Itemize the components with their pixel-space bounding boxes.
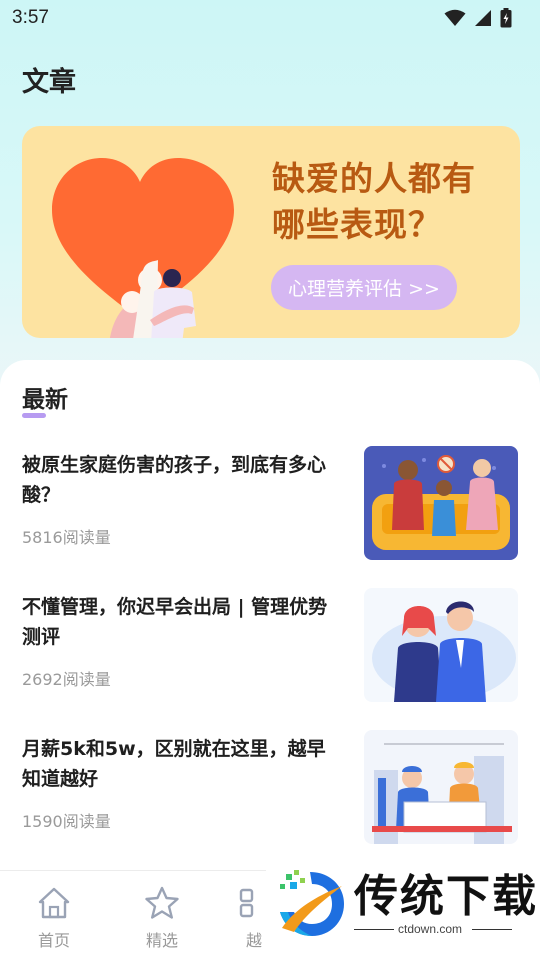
battery-icon — [500, 8, 512, 28]
tab-label: 越 — [245, 931, 262, 950]
article-read-count: 5816阅读量 — [22, 528, 111, 547]
status-time: 3:57 — [12, 7, 49, 28]
article-item[interactable]: 月薪5k和5w，区别就在这里，越早知道越好 1590阅读量 — [22, 730, 518, 846]
status-bar: 3:57 — [0, 0, 540, 36]
promo-banner[interactable]: 缺爱的人都有 哪些表现？ 心理营养评估 >> — [22, 126, 520, 338]
article-title: 月薪5k和5w，区别就在这里，越早知道越好 — [22, 738, 326, 790]
assessment-button[interactable]: 心理营养评估 >> — [271, 265, 457, 310]
workers-illustration — [364, 730, 518, 844]
watermark-divider — [354, 929, 394, 930]
business-couple-illustration — [364, 588, 518, 702]
article-item[interactable]: 不懂管理，你迟早会出局 | 管理优势测评 2692阅读量 — [22, 588, 518, 704]
home-icon — [38, 887, 70, 919]
banner-headline-line2: 哪些表现？ — [272, 205, 442, 244]
article-read-count: 2692阅读量 — [22, 670, 111, 689]
site-watermark: 传统下载 ctdown.com — [266, 858, 540, 958]
banner-headline-line1: 缺爱的人都有 — [272, 159, 476, 198]
wifi-icon — [444, 9, 466, 26]
status-icons — [444, 8, 512, 28]
star-icon — [145, 886, 179, 919]
tab-label: 首页 — [37, 931, 70, 950]
tab-label: 精选 — [145, 931, 178, 950]
article-title: 被原生家庭伤害的孩子，到底有多心酸？ — [22, 454, 327, 506]
section-title: 最新 — [22, 387, 68, 413]
article-item[interactable]: 被原生家庭伤害的孩子，到底有多心酸？ 5816阅读量 — [22, 446, 518, 562]
watermark-divider — [472, 929, 512, 930]
tab-home[interactable]: 首页 — [22, 885, 86, 951]
latest-feed: 最新 被原生家庭伤害的孩子，到底有多心酸？ 5816阅读量 不懂管理，你迟早会出… — [0, 360, 540, 870]
tab-featured[interactable]: 精选 — [130, 885, 194, 951]
heart-couple-illustration — [52, 158, 234, 338]
family-sofa-illustration — [364, 446, 518, 560]
article-title: 不懂管理，你迟早会出局 | 管理优势测评 — [22, 596, 328, 648]
article-read-count: 1590阅读量 — [22, 812, 111, 831]
ctdown-logo-icon — [280, 870, 344, 936]
watermark-brand: 传统下载 — [354, 871, 538, 922]
watermark-url: ctdown.com — [398, 922, 463, 936]
page-title: 文章 — [22, 67, 76, 98]
banner-headline: 缺爱的人都有 哪些表现？ — [272, 156, 512, 248]
section-underline — [22, 413, 46, 418]
cellular-signal-icon — [475, 10, 491, 26]
